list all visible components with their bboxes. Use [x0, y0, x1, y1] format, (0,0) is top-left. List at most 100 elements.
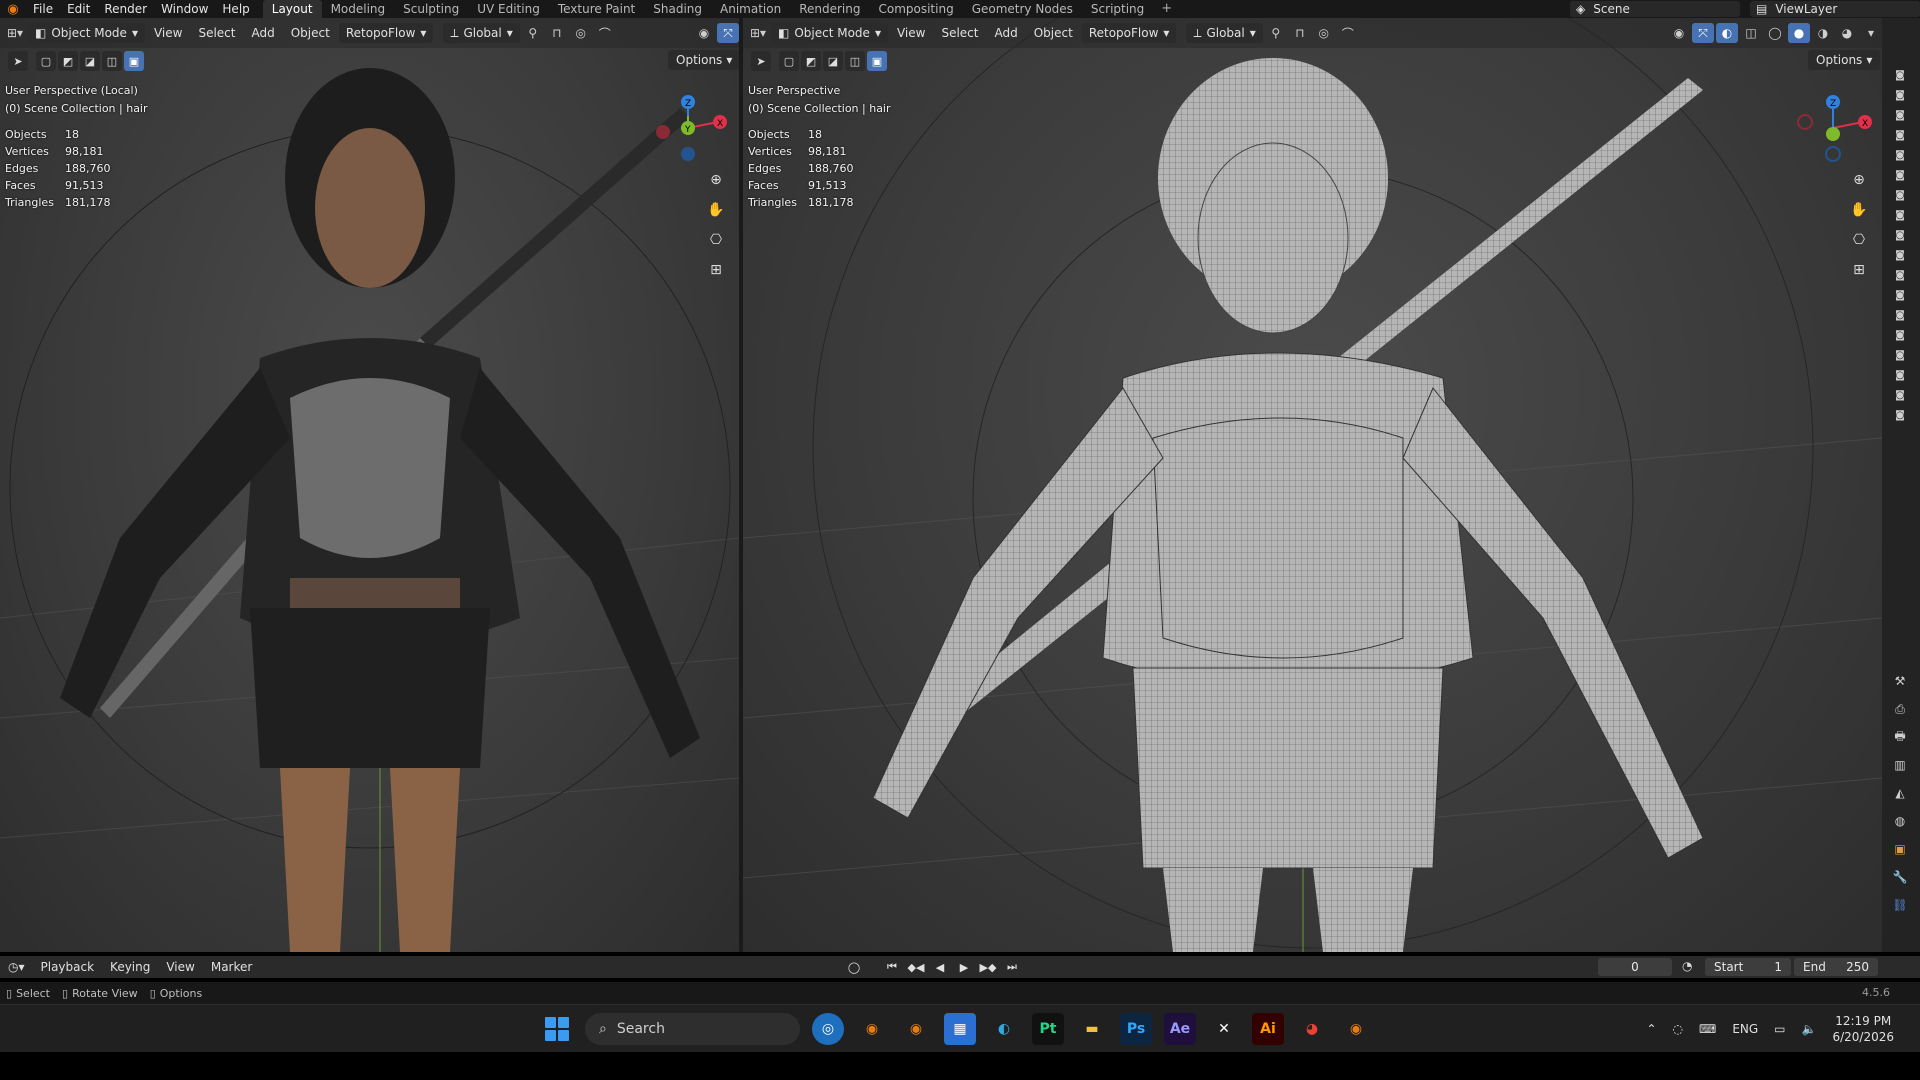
visibility-icon[interactable]: ◉: [693, 23, 715, 43]
menu-edit[interactable]: Edit: [60, 0, 97, 18]
retopoflow-dropdown[interactable]: RetopoFlow ▾: [338, 23, 434, 43]
menu-render[interactable]: Render: [97, 0, 154, 18]
xray-icon[interactable]: ◫: [1740, 23, 1762, 43]
grid-toggle-icon[interactable]: ⊞: [1847, 258, 1871, 282]
store-icon[interactable]: ▦: [944, 1013, 976, 1045]
menu-select[interactable]: Select: [934, 23, 985, 43]
menu-object[interactable]: Object: [1027, 23, 1080, 43]
retopoflow-dropdown[interactable]: RetopoFlow ▾: [1081, 23, 1177, 43]
clock[interactable]: 12:19 PM 6/20/2026: [1832, 1013, 1894, 1045]
overlay-toggle-icon[interactable]: ◐: [1716, 23, 1738, 43]
scene-selector[interactable]: ◈ Scene: [1570, 1, 1740, 17]
menu-view[interactable]: View: [158, 960, 202, 974]
menu-add[interactable]: Add: [987, 23, 1024, 43]
chrome-icon[interactable]: ◕: [1296, 1013, 1328, 1045]
menu-view[interactable]: View: [147, 23, 189, 43]
menu-playback[interactable]: Playback: [33, 960, 103, 974]
output-properties-icon[interactable]: 🖶: [1890, 728, 1910, 746]
proportional-edit-icon[interactable]: ◎: [1313, 23, 1335, 43]
menu-add[interactable]: Add: [244, 23, 281, 43]
stopwatch-icon[interactable]: ◔: [1682, 959, 1692, 973]
play-reverse-icon[interactable]: ◀: [931, 958, 949, 976]
timeline-editor-icon[interactable]: ◷▾: [0, 960, 33, 974]
tab-animation[interactable]: Animation: [711, 0, 790, 18]
mode-dropdown[interactable]: ◧ Object Mode ▾: [28, 23, 145, 43]
volume-icon[interactable]: 🔈: [1802, 1022, 1817, 1036]
navigation-gizmo[interactable]: Z X: [1793, 86, 1873, 166]
folder-icon[interactable]: ▬: [1076, 1013, 1108, 1045]
pivot-icon[interactable]: ⚲: [1265, 23, 1287, 43]
camera-icon[interactable]: ◙: [1892, 328, 1908, 343]
tab-texture-paint[interactable]: Texture Paint: [549, 0, 644, 18]
blender-icon[interactable]: ◉: [856, 1013, 888, 1045]
zoom-icon[interactable]: ⊕: [1847, 168, 1871, 192]
menu-marker[interactable]: Marker: [203, 960, 260, 974]
edge-icon[interactable]: ◐: [988, 1013, 1020, 1045]
inkscape-icon[interactable]: ✕: [1208, 1013, 1240, 1045]
tab-sculpting[interactable]: Sculpting: [394, 0, 468, 18]
add-workspace-button[interactable]: +: [1153, 0, 1180, 18]
network-tray-icon[interactable]: ◌: [1673, 1022, 1683, 1036]
options-dropdown[interactable]: Options ▾: [668, 50, 739, 70]
camera-icon[interactable]: ◙: [1892, 308, 1908, 323]
menu-window[interactable]: Window: [154, 0, 215, 18]
view-layer-selector[interactable]: ▤ ViewLayer: [1750, 1, 1920, 17]
shading-solid-icon[interactable]: ●: [1788, 23, 1810, 43]
camera-icon[interactable]: ◙: [1892, 168, 1908, 183]
menu-help[interactable]: Help: [215, 0, 256, 18]
pivot-icon[interactable]: ⚲: [522, 23, 544, 43]
camera-icon[interactable]: ◙: [1892, 348, 1908, 363]
select-invert-icon[interactable]: ◫: [845, 51, 865, 71]
tab-shading[interactable]: Shading: [644, 0, 711, 18]
gizmo-toggle-icon[interactable]: ⤧: [717, 23, 739, 43]
options-dropdown[interactable]: Options ▾: [1808, 50, 1881, 70]
camera-icon[interactable]: ◙: [1892, 208, 1908, 223]
tab-rendering[interactable]: Rendering: [790, 0, 869, 18]
camera-icon[interactable]: ◙: [1892, 248, 1908, 263]
tab-scripting[interactable]: Scripting: [1082, 0, 1153, 18]
camera-icon[interactable]: ◙: [1892, 388, 1908, 403]
select-subtract-icon[interactable]: ◪: [80, 51, 100, 71]
select-intersect-icon[interactable]: ▣: [124, 51, 144, 71]
select-extend-icon[interactable]: ◩: [801, 51, 821, 71]
falloff-icon[interactable]: ⌒: [594, 23, 616, 43]
grid-toggle-icon[interactable]: ⊞: [704, 258, 728, 282]
select-tool-icon[interactable]: ➤: [8, 51, 28, 71]
record-icon[interactable]: ◯: [845, 958, 863, 976]
snap-icon[interactable]: ⊓: [546, 23, 568, 43]
end-frame-field[interactable]: End 250: [1794, 958, 1878, 976]
blender-logo-icon[interactable]: ◉: [0, 2, 26, 17]
visibility-icon[interactable]: ◉: [1668, 23, 1690, 43]
monitor-icon[interactable]: ▭: [1774, 1022, 1785, 1036]
orientation-dropdown[interactable]: ⟂ Global ▾: [443, 23, 520, 43]
render-properties-icon[interactable]: ⎙: [1890, 700, 1910, 718]
camera-view-icon[interactable]: ⎔: [1847, 228, 1871, 252]
scene-properties-icon[interactable]: ◭: [1890, 784, 1910, 802]
navigation-gizmo[interactable]: Z X Y: [648, 86, 728, 166]
tool-properties-icon[interactable]: ⚒: [1890, 672, 1910, 690]
camera-icon[interactable]: ◙: [1892, 68, 1908, 83]
camera-icon[interactable]: ◙: [1892, 228, 1908, 243]
pycharm-icon[interactable]: Pt: [1032, 1013, 1064, 1045]
pan-hand-icon[interactable]: ✋: [704, 198, 728, 222]
blender-icon[interactable]: ◉: [1340, 1013, 1372, 1045]
camera-icon[interactable]: ◙: [1892, 268, 1908, 283]
blender-icon[interactable]: ◉: [900, 1013, 932, 1045]
language-indicator[interactable]: ENG: [1732, 1022, 1758, 1036]
tab-geometry-nodes[interactable]: Geometry Nodes: [963, 0, 1082, 18]
tab-uv-editing[interactable]: UV Editing: [468, 0, 549, 18]
shading-rendered-icon[interactable]: ◕: [1836, 23, 1858, 43]
camera-icon[interactable]: ◙: [1892, 288, 1908, 303]
select-new-icon[interactable]: ▢: [36, 51, 56, 71]
camera-icon[interactable]: ◙: [1892, 188, 1908, 203]
camera-icon[interactable]: ◙: [1892, 408, 1908, 423]
menu-file[interactable]: File: [26, 0, 60, 18]
chevron-up-icon[interactable]: ⌃: [1646, 1022, 1656, 1036]
shading-material-icon[interactable]: ◑: [1812, 23, 1834, 43]
tab-modeling[interactable]: Modeling: [322, 0, 395, 18]
prev-keyframe-icon[interactable]: ◆◀: [907, 958, 925, 976]
snap-icon[interactable]: ⊓: [1289, 23, 1311, 43]
jump-end-icon[interactable]: ⏭: [1003, 958, 1021, 976]
menu-keying[interactable]: Keying: [102, 960, 158, 974]
select-subtract-icon[interactable]: ◪: [823, 51, 843, 71]
